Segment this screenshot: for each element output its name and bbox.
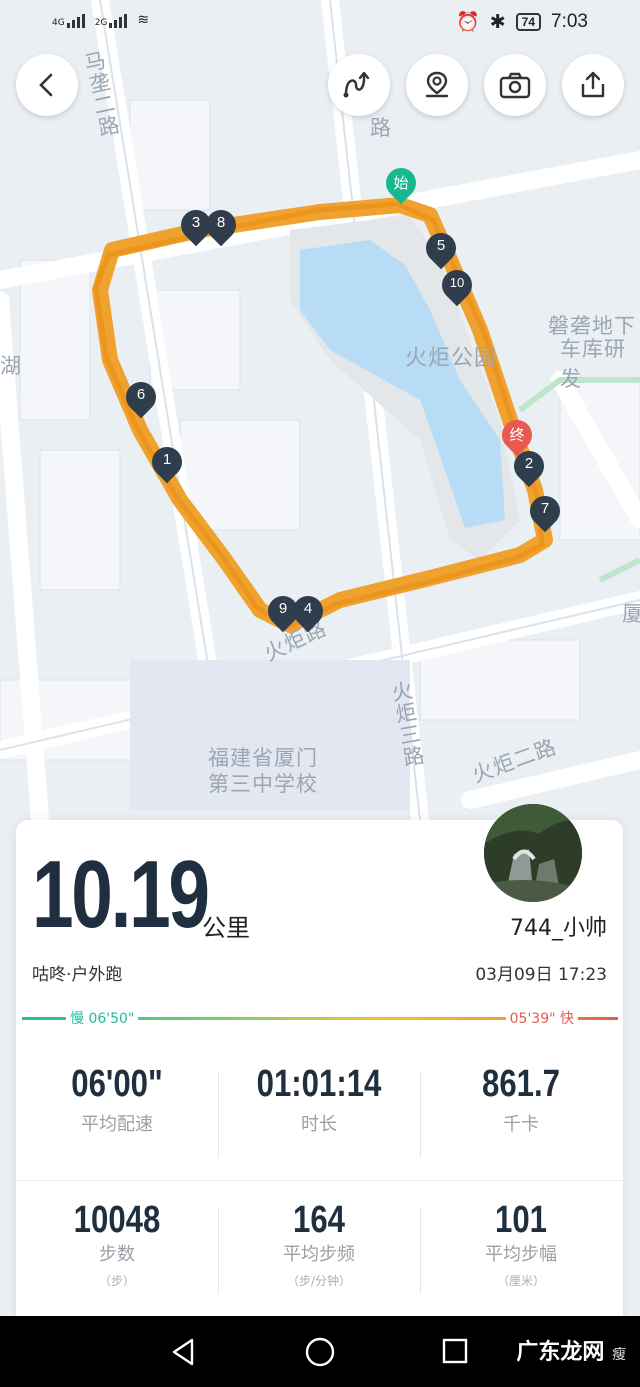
system-nav-bar: 广东龙网 瘦 [0,1316,640,1387]
stat-unit: （步/分钟） [286,1274,352,1288]
share-icon [581,71,605,98]
pace-gradient-bar: 慢 06'50" 05'39" 快 [22,1008,618,1028]
map-label-school: 第三中学校 [208,772,318,796]
stat-label: 时长 [301,1114,337,1135]
map-label: 厦 [622,602,640,626]
distance-unit: 公里 [202,914,250,942]
summary-card: 10.19 公里 744_小帅 咕咚·户外跑 03月09日 17:23 慢 06… [16,804,623,1340]
route-button[interactable] [328,54,390,116]
network-type-label: 2G [94,18,108,28]
pace-slow-label: 慢 06'50" [66,1008,139,1028]
stat-stride: 101 平均步幅 （厘米） [420,1198,622,1294]
stat-label: 平均步频 [283,1244,355,1265]
km-marker-10[interactable]: 10 [435,263,479,310]
stat-value: 10048 [73,1199,161,1241]
start-marker[interactable]: 始 [379,161,423,208]
battery-indicator: 74 [515,13,542,31]
pace-fast-label: 05'39" 快 [505,1008,578,1028]
back-button[interactable] [16,54,78,116]
map-label: 湖 [0,354,22,378]
stats-row-main: 06'00" 平均配速 01:01:14 时长 861.7 千卡 [16,1062,623,1158]
map-label: 路 [370,116,392,140]
network-type-label: 4G [52,18,65,28]
stat-value: 01:01:14 [256,1063,382,1105]
square-recents-icon [442,1338,468,1364]
km-marker-8[interactable]: 8 [199,203,243,250]
stat-unit: （厘米） [496,1274,545,1288]
signal-icon: 4G [52,14,85,28]
stat-value: 164 [293,1199,345,1241]
route-icon [343,71,370,98]
avatar-image [484,804,582,902]
back-icon [39,73,53,97]
nav-home-button[interactable] [304,1336,336,1372]
watermark-brand: 广东龙网 [516,1340,605,1365]
stat-label: 平均配速 [81,1114,153,1135]
clock: 7:03 [551,11,588,32]
watermark-sub: 瘦 [612,1347,626,1363]
alarm-icon: ⏰ [456,12,480,33]
status-bar: 4G 2G ≋ ⏰ ✱ 74 7:03 [0,0,640,46]
distance-value: 10.19 [32,841,210,948]
stat-value: 101 [495,1199,547,1241]
map-label: 车库研发 [560,337,626,391]
wifi-icon: ≋ [137,12,150,28]
stat-value: 06'00" [71,1063,163,1105]
run-datetime: 03月09日 17:23 [475,965,607,985]
activity-type: 咕咚·户外跑 [32,965,123,985]
stat-calories: 861.7 千卡 [420,1062,622,1158]
stat-steps: 10048 步数 （步） [16,1198,218,1289]
watermark: 广东龙网 瘦 [516,1334,626,1366]
camera-icon [499,72,531,99]
signal-icon: 2G [95,14,128,28]
stat-unit: （步） [98,1274,135,1288]
share-button[interactable] [562,54,624,116]
circle-home-icon [305,1337,335,1367]
stat-label: 千卡 [503,1114,539,1135]
map-label-park: 火炬公园 [405,346,498,371]
username: 744_小帅 [510,916,607,941]
km-marker-1[interactable]: 1 [145,440,189,487]
km-marker-2[interactable]: 2 [507,444,551,491]
stat-value: 861.7 [482,1063,560,1105]
km-marker-9[interactable]: 9 [261,589,305,636]
km-marker-6[interactable]: 6 [119,375,163,422]
triangle-back-icon [172,1338,194,1366]
km-marker-5[interactable]: 5 [419,226,463,273]
bluetooth-icon: ✱ [489,11,506,33]
stats-row-steps: 10048 步数 （步） 164 平均步频 （步/分钟） 101 平均步幅 （厘… [16,1198,623,1294]
stat-avg-pace: 06'00" 平均配速 [16,1062,218,1136]
stat-cadence: 164 平均步频 （步/分钟） [218,1198,420,1294]
stat-duration: 01:01:14 时长 [218,1062,420,1158]
avatar[interactable] [484,804,582,902]
camera-button[interactable] [484,54,546,116]
km-marker-7[interactable]: 7 [523,489,567,536]
divider [16,1180,623,1181]
location-button[interactable] [406,54,468,116]
nav-back-button[interactable] [168,1336,198,1372]
stat-label: 步数 [99,1244,135,1265]
signal-group: 4G 2G ≋ [52,12,149,28]
location-pin-icon [425,71,449,98]
stat-label: 平均步幅 [485,1244,557,1265]
nav-recents-button[interactable] [440,1336,470,1370]
